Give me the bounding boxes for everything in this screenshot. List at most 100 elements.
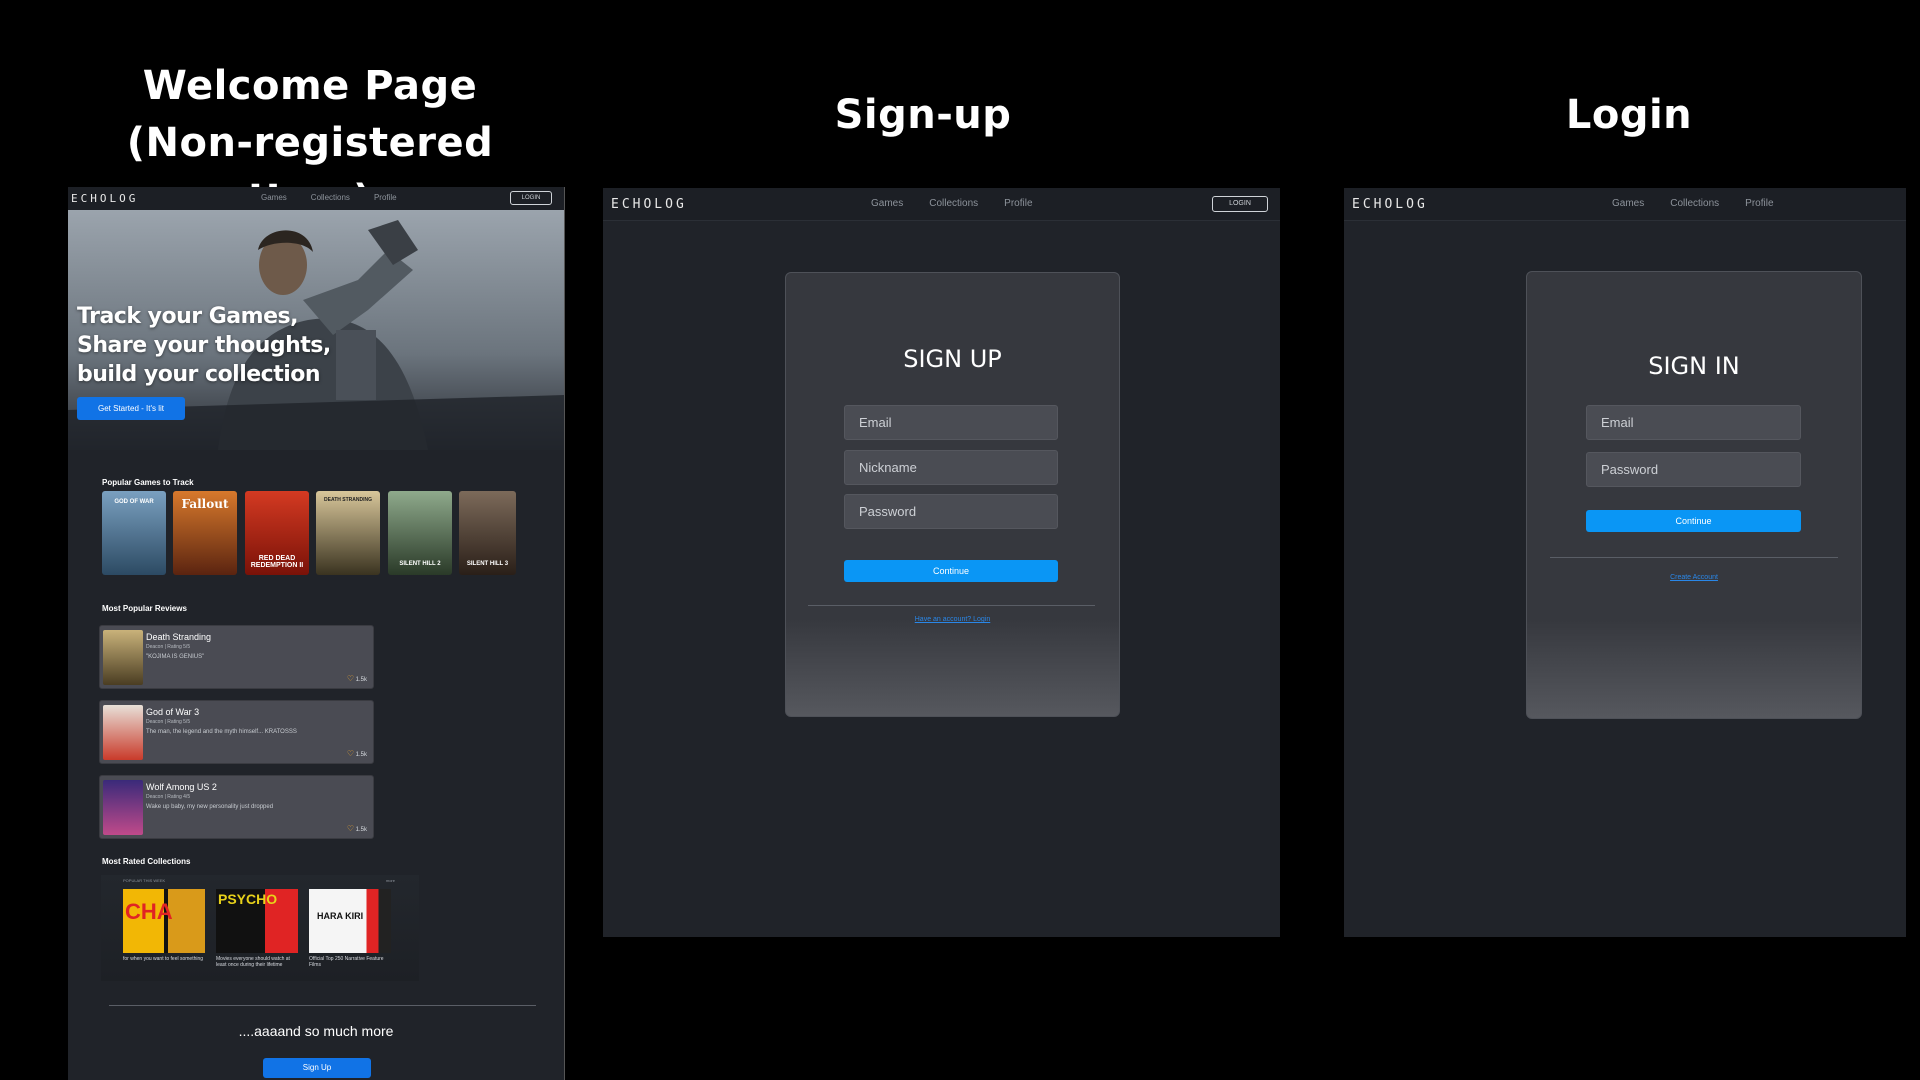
nav-collections-link[interactable]: Collections (311, 193, 350, 202)
review-card[interactable]: Death Stranding Deacon | Rating 5/5 "KOJ… (99, 625, 374, 689)
popular-games-heading: Popular Games to Track (102, 478, 194, 487)
login-nav-links: Games Collections Profile (1612, 198, 1774, 209)
nav-login-button[interactable]: LOGIN (510, 191, 552, 205)
game-cover-label: RED DEAD REDEMPTION II (250, 555, 304, 569)
signup-nav-links: Games Collections Profile (871, 198, 1033, 209)
collection-cover[interactable]: CHA (123, 889, 205, 953)
welcome-screen: ECHOLOG Games Collections Profile LOGIN … (68, 187, 565, 1080)
echolog-logo[interactable]: ECHOLOG (611, 197, 687, 212)
collections-panel: POPULAR THIS WEEK more CHA for when you … (101, 875, 419, 981)
collection-caption: Official Top 250 Narrative Feature Films (309, 956, 384, 968)
review-text: The man, the legend and the myth himself… (146, 729, 297, 735)
game-cover-label: DEATH STRANDING (324, 497, 372, 503)
collection-cover[interactable]: HARA KIRI (309, 889, 391, 953)
collection-cover-text: HARA KIRI (317, 911, 364, 921)
review-text: Wake up baby, my new personality just dr… (146, 804, 274, 810)
game-cover-god-of-war[interactable]: GOD OF WAR (102, 491, 166, 575)
hero-line-3: build your collection (77, 362, 321, 387)
login-section-title: Login (1565, 92, 1693, 138)
review-likes[interactable]: ♡ 1.5k (347, 824, 367, 833)
nav-collections-link[interactable]: Collections (929, 198, 978, 209)
continue-button[interactable]: Continue (844, 560, 1058, 582)
review-card[interactable]: God of War 3 Deacon | Rating 5/5 The man… (99, 700, 374, 764)
signup-screen: ECHOLOG Games Collections Profile LOGIN … (603, 188, 1280, 937)
nickname-field[interactable]: Nickname (844, 450, 1058, 485)
review-meta: Deacon | Rating 5/5 (146, 644, 191, 650)
heart-icon: ♡ (346, 749, 354, 758)
game-cover-silent-hill-2[interactable]: SILENT HILL 2 (388, 491, 452, 575)
login-navbar: ECHOLOG Games Collections Profile (1344, 188, 1906, 221)
signup-navbar: ECHOLOG Games Collections Profile LOGIN (603, 188, 1280, 221)
echolog-logo[interactable]: ECHOLOG (1352, 197, 1428, 212)
nav-login-button[interactable]: LOGIN (1212, 196, 1268, 212)
review-title: God of War 3 (146, 707, 200, 717)
review-text: "KOJIMA IS GENIUS" (146, 654, 205, 660)
welcome-nav-links: Games Collections Profile (261, 193, 397, 202)
signup-section-title: Sign-up (834, 92, 1012, 138)
review-likes[interactable]: ♡ 1.5k (347, 749, 367, 758)
more-text: ....aaaand so much more (238, 1023, 394, 1039)
review-thumbnail (103, 780, 143, 835)
hero-banner: Track your Games, Share your thoughts, b… (68, 210, 564, 450)
review-likes[interactable]: ♡ 1.5k (347, 674, 367, 683)
collection-cover-text: PSYCHO (218, 891, 278, 907)
heart-icon: ♡ (346, 674, 354, 683)
collection-caption: Movies everyone should watch at least on… (216, 956, 290, 968)
login-link[interactable]: Have an account? Login (786, 616, 1119, 623)
likes-count: 1.5k (355, 752, 367, 758)
likes-count: 1.5k (355, 827, 367, 833)
popular-reviews-heading: Most Popular Reviews (102, 604, 187, 613)
review-title: Wolf Among US 2 (146, 782, 217, 792)
game-cover-label: SILENT HILL 2 (399, 561, 441, 567)
nav-games-link[interactable]: Games (261, 193, 287, 202)
nav-profile-link[interactable]: Profile (1004, 198, 1032, 209)
review-card[interactable]: Wolf Among US 2 Deacon | Rating 4/5 Wake… (99, 775, 374, 839)
review-title: Death Stranding (146, 632, 212, 642)
signin-title: SIGN IN (1648, 352, 1740, 380)
collections-label: POPULAR THIS WEEK (123, 878, 166, 883)
nav-profile-link[interactable]: Profile (374, 193, 397, 202)
nav-games-link[interactable]: Games (1612, 198, 1644, 209)
collection-cover-text: CHA (125, 899, 173, 924)
game-cover-label: GOD OF WAR (114, 499, 154, 505)
signup-card: SIGN UP Email Nickname Password Continue… (785, 272, 1120, 717)
echolog-logo[interactable]: ECHOLOG (71, 192, 138, 205)
heart-icon: ♡ (346, 824, 354, 833)
welcome-navbar: ECHOLOG Games Collections Profile LOGIN (68, 187, 564, 211)
review-thumbnail (103, 630, 143, 685)
hero-line-2: Share your thoughts, (77, 333, 331, 358)
review-meta: Deacon | Rating 5/5 (146, 719, 191, 725)
collection-caption: for when you want to feel something (123, 956, 204, 962)
likes-count: 1.5k (355, 677, 367, 683)
welcome-divider (109, 1005, 536, 1006)
nav-profile-link[interactable]: Profile (1745, 198, 1773, 209)
nav-games-link[interactable]: Games (871, 198, 903, 209)
review-meta: Deacon | Rating 4/5 (146, 794, 191, 800)
rated-collections-heading: Most Rated Collections (102, 857, 191, 866)
signup-title: SIGN UP (903, 345, 1002, 373)
collections-more-link[interactable]: more (386, 878, 395, 883)
game-cover-label: Fallout (181, 497, 229, 511)
password-field[interactable]: Password (1586, 452, 1801, 487)
signup-divider (808, 605, 1095, 606)
signin-card: SIGN IN Email Password Continue Create A… (1526, 271, 1862, 719)
welcome-title-line1: Welcome Page (142, 63, 478, 109)
collection-cover[interactable]: PSYCHO (216, 889, 298, 953)
signin-divider (1550, 557, 1838, 558)
game-cover-death-stranding[interactable]: DEATH STRANDING (316, 491, 380, 575)
get-started-button[interactable]: Get Started - It's lit (77, 397, 185, 420)
create-account-link[interactable]: Create Account (1527, 574, 1861, 581)
continue-button[interactable]: Continue (1586, 510, 1801, 532)
review-thumbnail (103, 705, 143, 760)
password-field[interactable]: Password (844, 494, 1058, 529)
email-field[interactable]: Email (844, 405, 1058, 440)
game-cover-fallout[interactable]: Fallout (173, 491, 237, 575)
nav-collections-link[interactable]: Collections (1670, 198, 1719, 209)
game-cover-silent-hill-3[interactable]: SILENT HILL 3 (459, 491, 516, 575)
email-field[interactable]: Email (1586, 405, 1801, 440)
game-cover-label: SILENT HILL 3 (466, 561, 509, 567)
hero-headline: Track your Games, Share your thoughts, b… (77, 302, 377, 389)
game-cover-red-dead[interactable]: RED DEAD REDEMPTION II (245, 491, 309, 575)
welcome-signup-button[interactable]: Sign Up (263, 1058, 371, 1078)
login-screen: ECHOLOG Games Collections Profile SIGN I… (1344, 188, 1906, 937)
